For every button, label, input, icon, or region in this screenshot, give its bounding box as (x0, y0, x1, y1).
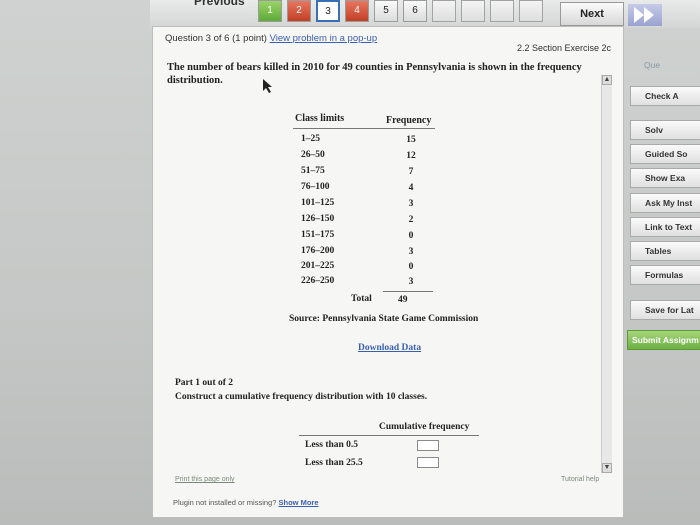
cumulative-input-1[interactable] (417, 440, 439, 451)
save-for-later-button[interactable]: Save for Lat (630, 300, 700, 320)
formulas-button[interactable]: Formulas (630, 265, 700, 285)
class-cell: 26–50 (301, 150, 325, 160)
question-6-button[interactable]: 6 (403, 0, 427, 22)
class-cell: 51–75 (301, 166, 325, 176)
cumulative-row-label: Less than 0.5 (305, 440, 359, 450)
question-2-button[interactable]: 2 (287, 0, 311, 22)
cumulative-row-label: Less than 25.5 (305, 458, 363, 468)
part-title: Part 1 out of 2 (175, 378, 234, 388)
frequency-cell: 3 (408, 277, 414, 287)
cumulative-frequency-header: Cumulative frequency (379, 422, 470, 432)
part-instruction: Construct a cumulative frequency distrib… (175, 392, 428, 402)
scroll-up-icon[interactable]: ▲ (602, 75, 612, 85)
source-note: Source: Pennsylvania State Game Commissi… (289, 314, 479, 324)
show-example-button[interactable]: Show Exa (630, 168, 700, 188)
nav-slot (432, 0, 456, 22)
frequency-cell: 3 (408, 199, 414, 209)
question-1-button[interactable]: 1 (258, 0, 282, 22)
nav-slot (490, 0, 514, 22)
frequency-cell: 0 (408, 231, 414, 241)
show-more-link[interactable]: Show More (278, 498, 318, 507)
frequency-header: Frequency (386, 115, 432, 126)
question-3-button[interactable]: 3 (316, 0, 340, 22)
print-page-link[interactable]: Print this page only (175, 476, 235, 483)
total-rule (383, 291, 433, 292)
total-value: 49 (398, 295, 408, 305)
download-data-link[interactable]: Download Data (358, 343, 421, 353)
ask-instructor-button[interactable]: Ask My Inst (630, 193, 700, 213)
question-number: Question 3 of 6 (1 point) (165, 33, 267, 44)
question-prompt: The number of bears killed in 2010 for 4… (167, 62, 582, 86)
frequency-cell: 3 (408, 247, 414, 257)
question-4-button[interactable]: 4 (345, 0, 369, 22)
nav-slot (519, 0, 543, 22)
content-scrollbar[interactable]: ▲ ▼ (601, 75, 612, 473)
class-cell: 1–25 (301, 134, 320, 144)
table-header-rule (293, 128, 435, 129)
frequency-cell: 12 (406, 151, 416, 161)
submit-assignment-button[interactable]: Submit Assignm (627, 330, 700, 350)
solve-button[interactable]: Solv (630, 120, 700, 140)
scroll-down-icon[interactable]: ▼ (602, 463, 612, 473)
check-answer-button[interactable]: Check A (630, 86, 700, 106)
previous-button[interactable]: Previous (194, 0, 245, 8)
plugin-notice: Plugin not installed or missing? Show Mo… (173, 498, 319, 507)
class-cell: 101–125 (301, 198, 335, 208)
total-label: Total (351, 294, 372, 304)
screen: Previous 1 2 3 4 5 6 Next Question 3 of … (0, 0, 700, 525)
cumulative-input-2[interactable] (417, 457, 439, 468)
popup-link[interactable]: View problem in a pop-up (270, 33, 378, 44)
cumulative-header-rule (299, 435, 479, 436)
class-cell: 126–150 (301, 214, 335, 224)
question-header: Question 3 of 6 (1 point) View problem i… (165, 33, 377, 44)
frequency-cell: 4 (408, 183, 414, 193)
guided-solution-button[interactable]: Guided So (630, 144, 700, 164)
frequency-cell: 7 (408, 167, 414, 177)
mouse-cursor-icon (263, 79, 272, 93)
question-tab[interactable]: Que (630, 56, 700, 76)
next-button[interactable]: Next (560, 2, 624, 26)
class-cell: 226–250 (301, 276, 335, 286)
tables-button[interactable]: Tables (630, 241, 700, 261)
question-5-button[interactable]: 5 (374, 0, 398, 22)
class-cell: 151–175 (301, 230, 335, 240)
section-label: 2.2 Section Exercise 2c (516, 43, 611, 53)
class-cell: 176–200 (301, 246, 335, 256)
class-cell: 201–225 (301, 261, 335, 271)
frequency-cell: 2 (408, 215, 414, 225)
class-cell: 76–100 (301, 182, 330, 192)
question-panel: Question 3 of 6 (1 point) View problem i… (152, 26, 624, 518)
tutorial-help-link[interactable]: Tutorial help (561, 476, 599, 483)
frequency-cell: 0 (408, 262, 414, 272)
frequency-cell: 15 (406, 135, 416, 145)
link-to-text-button[interactable]: Link to Text (630, 217, 700, 237)
plugin-text: Plugin not installed or missing? (173, 498, 277, 507)
next-arrow-icon[interactable] (628, 4, 662, 26)
class-limits-header: Class limits (295, 113, 345, 124)
nav-slot (461, 0, 485, 22)
